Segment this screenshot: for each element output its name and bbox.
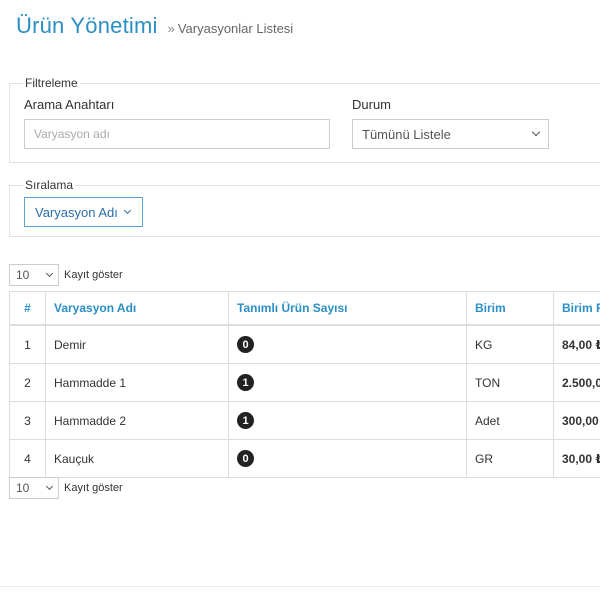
- chevron-down-icon: [45, 482, 54, 490]
- page-size-select[interactable]: 10: [9, 477, 59, 499]
- breadcrumb: » Varyasyonlar Listesi: [168, 21, 294, 36]
- sort-button-label: Varyasyon Adı: [35, 204, 118, 220]
- table-row[interactable]: 2 Hammadde 1 1 TON 2.500,00 ₺: [9, 363, 600, 402]
- variation-name: Hammadde 1: [45, 363, 229, 402]
- column-header-name[interactable]: Varyasyon Adı: [45, 291, 229, 326]
- page-size-control-top: 10 Kayıt göster: [9, 264, 123, 286]
- product-count-badge: 0: [237, 336, 254, 353]
- page-size-value: 10: [16, 268, 30, 282]
- page-size-value: 10: [16, 481, 30, 495]
- sort-dropdown-button[interactable]: Varyasyon Adı: [24, 197, 143, 227]
- chevron-down-icon: [123, 206, 131, 214]
- chevron-down-icon: [45, 269, 54, 277]
- status-select-value: Tümünü Listele: [362, 126, 451, 142]
- unit-price-cell: 84,00 ₺: [553, 324, 600, 364]
- column-header-unit[interactable]: Birim: [466, 291, 554, 326]
- footer-divider: [0, 586, 600, 587]
- sort-legend: Sıralama: [25, 178, 74, 192]
- product-count-badge: 0: [237, 450, 254, 467]
- search-input[interactable]: Varyasyon adı: [24, 119, 330, 149]
- row-number: 1: [9, 324, 46, 364]
- table-header-row: # Varyasyon Adı Tanımlı Ürün Sayısı Biri…: [9, 291, 600, 326]
- unit-cell: KG: [466, 324, 554, 364]
- column-header-product-count[interactable]: Tanımlı Ürün Sayısı: [228, 291, 467, 326]
- product-count-cell: 1: [228, 401, 467, 440]
- column-header-unit-price[interactable]: Birim F: [553, 291, 600, 326]
- variation-name: Demir: [45, 324, 229, 364]
- page-size-control-bottom: 10 Kayıt göster: [9, 477, 123, 499]
- unit-cell: Adet: [466, 401, 554, 440]
- row-number: 2: [9, 363, 46, 402]
- product-count-badge: 1: [237, 374, 254, 391]
- search-label: Arama Anahtarı: [24, 97, 115, 112]
- chevron-down-icon: [531, 127, 541, 137]
- page-header: Ürün Yönetimi » Varyasyonlar Listesi: [16, 13, 293, 39]
- table-row[interactable]: 1 Demir 0 KG 84,00 ₺: [9, 324, 600, 364]
- row-number: 3: [9, 401, 46, 440]
- row-number: 4: [9, 439, 46, 478]
- page-size-select[interactable]: 10: [9, 264, 59, 286]
- column-header-number[interactable]: #: [9, 291, 46, 326]
- unit-price-cell: 30,00 ₺: [553, 439, 600, 478]
- page-size-label: Kayıt göster: [64, 269, 123, 281]
- breadcrumb-separator: »: [167, 21, 175, 36]
- page-title: Ürün Yönetimi: [16, 13, 158, 38]
- table-row[interactable]: 4 Kauçuk 0 GR 30,00 ₺: [9, 439, 600, 478]
- unit-cell: GR: [466, 439, 554, 478]
- table-row[interactable]: 3 Hammadde 2 1 Adet 300,00 ₺: [9, 401, 600, 440]
- variations-table: # Varyasyon Adı Tanımlı Ürün Sayısı Biri…: [9, 291, 600, 478]
- search-placeholder: Varyasyon adı: [34, 127, 110, 141]
- unit-cell: TON: [466, 363, 554, 402]
- breadcrumb-item[interactable]: Varyasyonlar Listesi: [178, 21, 293, 36]
- page-size-label: Kayıt göster: [64, 482, 123, 494]
- unit-price-cell: 2.500,00 ₺: [553, 363, 600, 402]
- status-select[interactable]: Tümünü Listele: [352, 119, 549, 149]
- variation-name: Hammadde 2: [45, 401, 229, 440]
- product-count-badge: 1: [237, 412, 254, 429]
- product-count-cell: 0: [228, 324, 467, 364]
- product-count-cell: 0: [228, 439, 467, 478]
- product-count-cell: 1: [228, 363, 467, 402]
- unit-price-cell: 300,00 ₺: [553, 401, 600, 440]
- status-label: Durum: [352, 97, 392, 112]
- variation-name: Kauçuk: [45, 439, 229, 478]
- filter-legend: Filtreleme: [25, 76, 78, 90]
